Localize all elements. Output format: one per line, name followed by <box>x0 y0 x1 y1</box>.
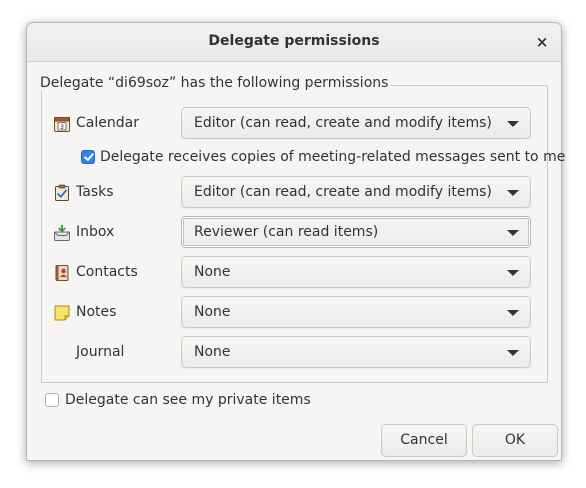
notes-permission-value: None <box>194 304 231 320</box>
journal-permission-value: None <box>194 344 231 360</box>
calendar-label: Calendar <box>76 115 139 131</box>
notes-label: Notes <box>76 304 117 320</box>
close-button[interactable]: × <box>531 31 553 53</box>
contacts-label: Contacts <box>76 264 138 280</box>
delegate-permissions-dialog: Delegate permissions × Delegate “di69soz… <box>26 22 565 461</box>
contacts-icon <box>55 265 69 281</box>
inbox-label: Inbox <box>76 224 115 240</box>
private-items-label[interactable]: Delegate can see my private items <box>65 392 311 408</box>
title-bar: Delegate permissions × <box>27 23 561 62</box>
chevron-down-icon <box>507 190 519 196</box>
checkmark-icon <box>84 153 94 161</box>
inbox-permission-select[interactable]: Reviewer (can read items) <box>181 216 531 248</box>
notes-permission-select[interactable]: None <box>181 296 531 328</box>
chevron-down-icon <box>507 270 519 276</box>
permissions-frame-label: Delegate “di69soz” has the following per… <box>40 75 391 91</box>
tasks-label: Tasks <box>76 184 114 200</box>
tasks-permission-select[interactable]: Editor (can read, create and modify item… <box>181 176 531 208</box>
chevron-down-icon <box>507 121 519 127</box>
ok-button[interactable]: OK <box>472 424 558 457</box>
notes-icon <box>54 305 70 321</box>
tasks-icon <box>55 184 69 201</box>
inbox-icon <box>54 224 70 241</box>
chevron-down-icon <box>507 350 519 356</box>
cancel-button[interactable]: Cancel <box>381 424 467 457</box>
journal-label: Journal <box>76 344 125 360</box>
tasks-permission-value: Editor (can read, create and modify item… <box>194 184 492 200</box>
contacts-permission-value: None <box>194 264 231 280</box>
meeting-copies-label[interactable]: Delegate receives copies of meeting-rela… <box>100 149 565 165</box>
chevron-down-icon <box>507 310 519 316</box>
private-items-checkbox[interactable] <box>45 393 59 407</box>
calendar-permission-value: Editor (can read, create and modify item… <box>194 115 492 131</box>
calendar-icon: 3 <box>54 117 70 132</box>
inbox-permission-value: Reviewer (can read items) <box>194 224 379 240</box>
journal-permission-select[interactable]: None <box>181 336 531 368</box>
contacts-permission-select[interactable]: None <box>181 256 531 288</box>
dialog-title: Delegate permissions <box>208 33 380 49</box>
svg-text:3: 3 <box>60 123 64 131</box>
chevron-down-icon <box>507 230 519 236</box>
close-icon: × <box>535 33 549 51</box>
calendar-permission-select[interactable]: Editor (can read, create and modify item… <box>181 107 531 139</box>
meeting-copies-checkbox[interactable] <box>81 150 95 164</box>
